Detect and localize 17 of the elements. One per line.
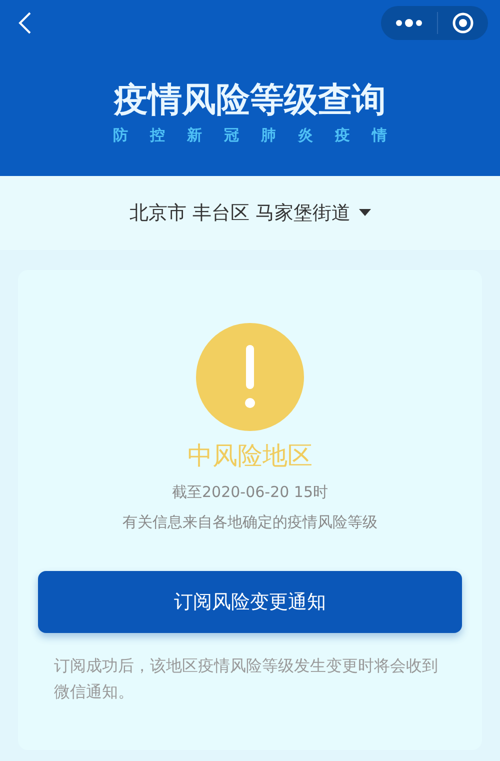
subscribe-button[interactable]: 订阅风险变更通知 bbox=[38, 571, 462, 633]
subtitle-char: 疫 bbox=[335, 126, 350, 145]
caret-icon[interactable] bbox=[358, 209, 371, 217]
subtitle-char: 肺 bbox=[261, 126, 276, 145]
subscribe-note: 订阅成功后，该地区疫情风险等级发生变更时将会收到微信通知。 bbox=[54, 655, 439, 703]
more-icon[interactable] bbox=[395, 18, 423, 28]
subtitle-char: 新 bbox=[187, 126, 202, 145]
source-note: 有关信息来自各地确定的疫情风险等级 bbox=[122, 512, 378, 533]
update-time: 截至2020-06-20 15时 bbox=[172, 482, 328, 503]
subtitle-char: 控 bbox=[150, 126, 165, 145]
page-title: 疫情风险等级查询 bbox=[112, 80, 387, 120]
back-icon[interactable] bbox=[18, 11, 32, 35]
subtitle-char: 情 bbox=[372, 126, 387, 145]
subtitle-char: 冠 bbox=[224, 126, 239, 145]
subtitle-char: 防 bbox=[113, 126, 128, 145]
risk-level: 中风险地区 bbox=[188, 441, 312, 471]
subtitle-char: 炎 bbox=[298, 126, 313, 145]
